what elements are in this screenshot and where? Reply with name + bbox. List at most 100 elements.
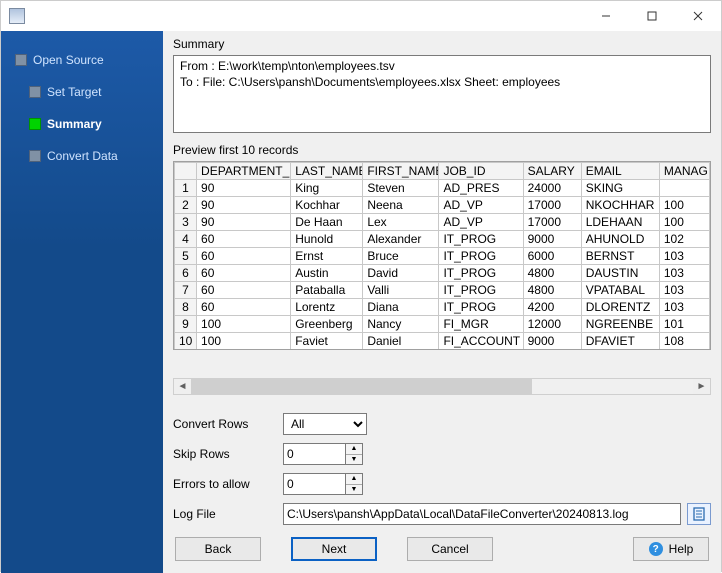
table-cell[interactable]: 100 — [659, 213, 709, 230]
table-cell[interactable]: AD_PRES — [439, 179, 523, 196]
table-cell[interactable]: 90 — [197, 196, 291, 213]
column-header[interactable]: JOB_ID — [439, 162, 523, 179]
table-cell[interactable]: 60 — [197, 230, 291, 247]
convert-rows-select[interactable]: All — [283, 413, 367, 435]
scroll-track[interactable] — [191, 379, 693, 394]
table-cell[interactable]: IT_PROG — [439, 247, 523, 264]
table-cell[interactable]: David — [363, 264, 439, 281]
table-cell[interactable]: 103 — [659, 281, 709, 298]
back-button[interactable]: Back — [175, 537, 261, 561]
table-cell[interactable]: DAUSTIN — [581, 264, 659, 281]
table-cell[interactable]: 60 — [197, 247, 291, 264]
table-cell[interactable]: AHUNOLD — [581, 230, 659, 247]
table-cell[interactable]: IT_PROG — [439, 298, 523, 315]
table-cell[interactable]: King — [291, 179, 363, 196]
table-cell[interactable]: 17000 — [523, 213, 581, 230]
sidebar-item-convert-data[interactable]: Convert Data — [1, 145, 163, 167]
table-cell[interactable]: 90 — [197, 179, 291, 196]
sidebar-item-summary[interactable]: Summary — [1, 113, 163, 135]
log-file-input[interactable] — [283, 503, 681, 525]
table-cell[interactable]: 9000 — [523, 332, 581, 349]
spin-down-icon[interactable]: ▼ — [346, 485, 362, 495]
table-cell[interactable]: VPATABAL — [581, 281, 659, 298]
table-cell[interactable]: 103 — [659, 264, 709, 281]
table-cell[interactable]: 60 — [197, 281, 291, 298]
scroll-right-icon[interactable]: ► — [693, 379, 710, 394]
table-cell[interactable]: 4800 — [523, 264, 581, 281]
table-cell[interactable]: 17000 — [523, 196, 581, 213]
table-row[interactable]: 9100GreenbergNancyFI_MGR12000NGREENBE101 — [175, 315, 710, 332]
table-cell[interactable]: Neena — [363, 196, 439, 213]
table-row[interactable]: 860LorentzDianaIT_PROG4200DLORENTZ103 — [175, 298, 710, 315]
table-row[interactable]: 190KingStevenAD_PRES24000SKING — [175, 179, 710, 196]
column-header[interactable]: LAST_NAME — [291, 162, 363, 179]
table-cell[interactable]: Bruce — [363, 247, 439, 264]
table-cell[interactable]: 60 — [197, 298, 291, 315]
spin-up-icon[interactable]: ▲ — [346, 474, 362, 485]
table-cell[interactable]: 102 — [659, 230, 709, 247]
table-cell[interactable]: 100 — [659, 196, 709, 213]
close-button[interactable] — [675, 1, 721, 31]
table-row[interactable]: 10100FavietDanielFI_ACCOUNT9000DFAVIET10… — [175, 332, 710, 349]
sidebar-item-open-source[interactable]: Open Source — [1, 49, 163, 71]
column-header[interactable]: FIRST_NAME — [363, 162, 439, 179]
table-cell[interactable]: Nancy — [363, 315, 439, 332]
table-cell[interactable]: 12000 — [523, 315, 581, 332]
table-cell[interactable]: 103 — [659, 298, 709, 315]
table-cell[interactable]: 90 — [197, 213, 291, 230]
skip-rows-input[interactable] — [283, 443, 345, 465]
browse-log-button[interactable] — [687, 503, 711, 525]
spin-down-icon[interactable]: ▼ — [346, 455, 362, 465]
table-row[interactable]: 290KochharNeenaAD_VP17000NKOCHHAR100 — [175, 196, 710, 213]
table-cell[interactable]: FI_ACCOUNT — [439, 332, 523, 349]
table-row[interactable]: 660AustinDavidIT_PROG4800DAUSTIN103 — [175, 264, 710, 281]
table-cell[interactable]: 4200 — [523, 298, 581, 315]
table-cell[interactable] — [659, 179, 709, 196]
table-cell[interactable]: 101 — [659, 315, 709, 332]
table-cell[interactable]: Kochhar — [291, 196, 363, 213]
column-header[interactable]: DEPARTMENT_ID — [197, 162, 291, 179]
table-cell[interactable]: IT_PROG — [439, 230, 523, 247]
minimize-button[interactable] — [583, 1, 629, 31]
table-cell[interactable]: 60 — [197, 264, 291, 281]
table-cell[interactable]: Alexander — [363, 230, 439, 247]
table-cell[interactable]: AD_VP — [439, 213, 523, 230]
next-button[interactable]: Next — [291, 537, 377, 561]
table-cell[interactable]: Lorentz — [291, 298, 363, 315]
table-cell[interactable]: 9000 — [523, 230, 581, 247]
table-cell[interactable]: Ernst — [291, 247, 363, 264]
errors-stepper[interactable]: ▲ ▼ — [283, 473, 367, 495]
column-header[interactable]: EMAIL — [581, 162, 659, 179]
table-cell[interactable]: NKOCHHAR — [581, 196, 659, 213]
table-cell[interactable]: 108 — [659, 332, 709, 349]
table-cell[interactable]: BERNST — [581, 247, 659, 264]
table-cell[interactable]: AD_VP — [439, 196, 523, 213]
table-cell[interactable]: Steven — [363, 179, 439, 196]
table-row[interactable]: 390De HaanLexAD_VP17000LDEHAAN100 — [175, 213, 710, 230]
table-row[interactable]: 560ErnstBruceIT_PROG6000BERNST103 — [175, 247, 710, 264]
column-header[interactable]: SALARY — [523, 162, 581, 179]
table-cell[interactable]: 100 — [197, 332, 291, 349]
scroll-thumb[interactable] — [191, 379, 532, 394]
scroll-left-icon[interactable]: ◄ — [174, 379, 191, 394]
help-button[interactable]: ? Help — [633, 537, 709, 561]
table-cell[interactable]: 6000 — [523, 247, 581, 264]
table-cell[interactable]: 4800 — [523, 281, 581, 298]
table-cell[interactable]: 24000 — [523, 179, 581, 196]
cancel-button[interactable]: Cancel — [407, 537, 493, 561]
table-cell[interactable]: LDEHAAN — [581, 213, 659, 230]
errors-input[interactable] — [283, 473, 345, 495]
table-cell[interactable]: SKING — [581, 179, 659, 196]
table-cell[interactable]: DFAVIET — [581, 332, 659, 349]
table-cell[interactable]: NGREENBE — [581, 315, 659, 332]
table-row[interactable]: 760PataballaValliIT_PROG4800VPATABAL103 — [175, 281, 710, 298]
table-cell[interactable]: Faviet — [291, 332, 363, 349]
table-cell[interactable]: DLORENTZ — [581, 298, 659, 315]
table-cell[interactable]: Valli — [363, 281, 439, 298]
table-cell[interactable]: 103 — [659, 247, 709, 264]
maximize-button[interactable] — [629, 1, 675, 31]
table-cell[interactable]: Lex — [363, 213, 439, 230]
table-row[interactable]: 460HunoldAlexanderIT_PROG9000AHUNOLD102 — [175, 230, 710, 247]
sidebar-item-set-target[interactable]: Set Target — [1, 81, 163, 103]
table-cell[interactable]: Daniel — [363, 332, 439, 349]
